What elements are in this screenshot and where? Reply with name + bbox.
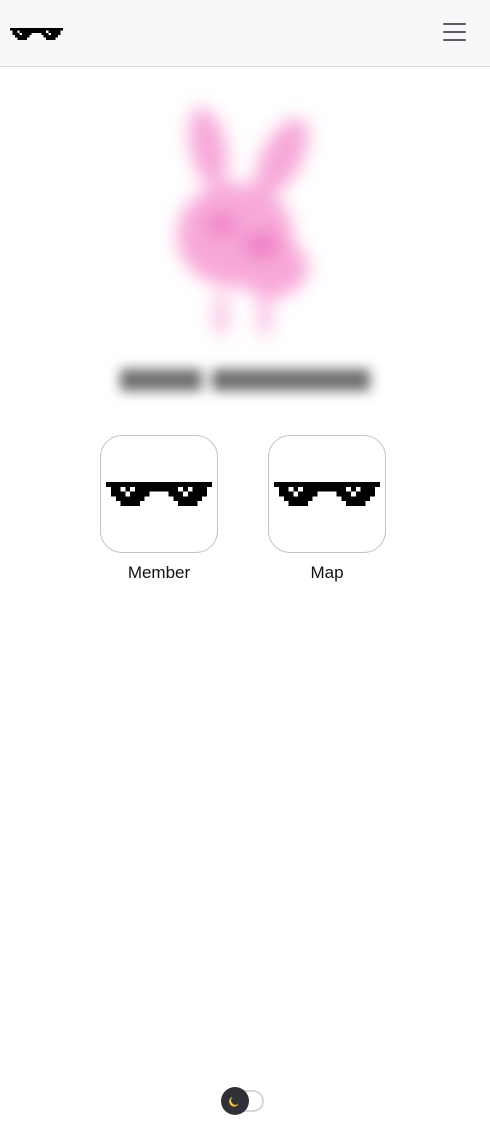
pixel-sunglasses-icon xyxy=(10,28,63,40)
map-tile[interactable]: Map xyxy=(268,435,388,583)
member-tile-label[interactable]: Member xyxy=(100,563,218,583)
brand-logo[interactable] xyxy=(9,27,64,40)
hero-title-blurred xyxy=(118,363,372,397)
member-tile-icon-box[interactable] xyxy=(100,435,218,553)
navbar xyxy=(0,0,490,67)
map-tile-icon-box[interactable] xyxy=(268,435,386,553)
pixel-sunglasses-icon xyxy=(274,482,380,506)
toggle-knob[interactable] xyxy=(221,1087,249,1115)
member-tile[interactable]: Member xyxy=(100,435,220,583)
page: Member Map xyxy=(0,0,490,1141)
theme-toggle[interactable] xyxy=(221,1087,265,1115)
pixel-sunglasses-icon xyxy=(106,482,212,506)
menu-button[interactable] xyxy=(440,19,470,45)
hero-image xyxy=(140,95,360,355)
map-tile-label[interactable]: Map xyxy=(268,563,386,583)
moon-icon xyxy=(229,1096,239,1107)
